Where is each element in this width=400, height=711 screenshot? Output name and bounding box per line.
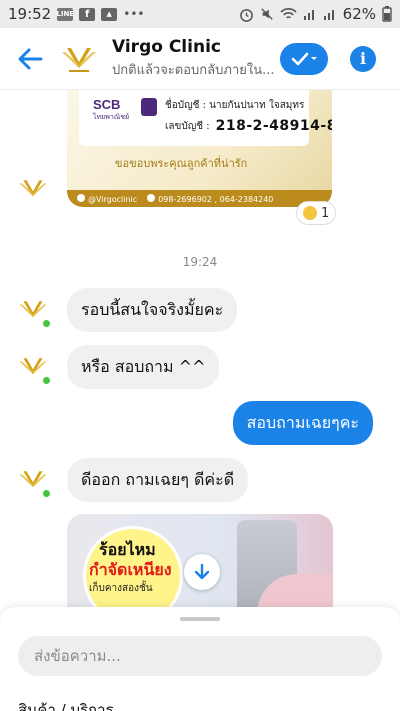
battery-icon — [382, 6, 392, 22]
message-bubble[interactable]: หรือ สอบถาม ^^ — [67, 345, 220, 389]
message-input[interactable] — [34, 647, 382, 665]
avatar[interactable] — [16, 350, 52, 386]
message-bubble[interactable]: รอบนี้สนใจจริงมั้ยคะ — [67, 288, 238, 332]
avatar[interactable] — [16, 293, 52, 329]
gallery-icon: ▲ — [101, 7, 118, 21]
bank-account-image[interactable]: SCB ไทยพาณิชย์ ชื่อบัญชี : นายกันปนาท ใจ… — [67, 90, 332, 207]
message-bubble[interactable]: ดีออก ถามเฉยๆ ดีค่ะดี — [67, 458, 249, 502]
mark-done-button[interactable] — [280, 42, 328, 75]
wings-logo-icon — [62, 47, 96, 72]
footer-handle: @Virgoclinic — [88, 194, 138, 204]
message-reaction[interactable]: 1 — [296, 201, 337, 225]
promo-subheadline: กำจัดเหนียง — [89, 560, 172, 579]
arrow-down-icon — [194, 563, 210, 580]
chat-header: Virgo Clinic ปกติแล้วจะตอบกลับภายใน... i — [0, 28, 400, 90]
account-number-label: เลขบัญชี : — [165, 120, 210, 132]
thanks-text: ขอขอบพระคุณลูกค้าที่น่ารัก — [115, 157, 248, 170]
bank-info-panel: SCB ไทยพาณิชย์ ชื่อบัญชี : นายกันปนาท ใจ… — [79, 90, 332, 146]
bank-card-footer: @Virgoclinic 098-2696902 , 064-2384240 — [67, 190, 332, 207]
chat-title[interactable]: Virgo Clinic — [112, 37, 280, 57]
scb-logo-icon — [141, 98, 157, 116]
back-button[interactable] — [0, 28, 60, 90]
battery-text: 62% — [342, 5, 376, 23]
line-icon: LINE — [56, 7, 74, 21]
message-list[interactable]: SCB ไทยพาณิชย์ ชื่อบัญชี : นายกันปนาท ใจ… — [0, 90, 400, 610]
reaction-count: 1 — [321, 205, 330, 221]
timestamp: 19:24 — [182, 255, 218, 269]
composer-sheet: สินค้า / บริการ — [0, 607, 400, 711]
account-number: 218-2-48914-8 — [215, 118, 332, 134]
bank-name: SCB — [93, 97, 121, 112]
facebook-icon — [77, 193, 85, 202]
online-status-dot — [41, 375, 52, 386]
crying-face-icon — [303, 206, 317, 220]
scroll-down-button[interactable] — [184, 554, 220, 590]
alarm-icon — [239, 7, 254, 22]
clinic-logo[interactable] — [60, 40, 98, 78]
wifi-icon — [280, 7, 297, 21]
sheet-drag-handle[interactable] — [180, 617, 220, 621]
facebook-icon: f — [79, 7, 96, 21]
signal-icon — [323, 7, 337, 21]
back-arrow-icon — [18, 48, 43, 69]
check-icon — [291, 52, 317, 65]
mute-icon — [260, 7, 274, 21]
promo-caption: เก็บคางสองชั้น — [89, 583, 153, 594]
wings-logo-icon — [19, 180, 47, 197]
message-bubble-outgoing[interactable]: สอบถามเฉยๆคะ — [232, 401, 373, 445]
avatar[interactable] — [16, 463, 52, 499]
online-status-dot — [41, 488, 52, 499]
account-name: ชื่อบัญชี : นายกันปนาท ใจสมุทร — [165, 100, 305, 111]
info-icon[interactable]: i — [350, 45, 376, 72]
phone-icon — [147, 193, 156, 202]
bank-name-thai: ไทยพาณิชย์ — [93, 113, 130, 121]
status-bar: 19:52 LINE f ▲ ••• 62% — [0, 0, 400, 28]
online-status-dot — [41, 318, 52, 329]
message-input-container[interactable] — [18, 636, 382, 676]
response-time-subtitle: ปกติแล้วจะตอบกลับภายใน... — [112, 63, 275, 78]
footer-phone: 098-2696902 , 064-2384240 — [158, 194, 274, 204]
signal-icon — [303, 7, 317, 21]
avatar[interactable] — [16, 172, 50, 206]
status-time: 19:52 — [8, 5, 52, 23]
more-icon: ••• — [123, 7, 145, 21]
products-services-link[interactable]: สินค้า / บริการ — [18, 698, 114, 711]
